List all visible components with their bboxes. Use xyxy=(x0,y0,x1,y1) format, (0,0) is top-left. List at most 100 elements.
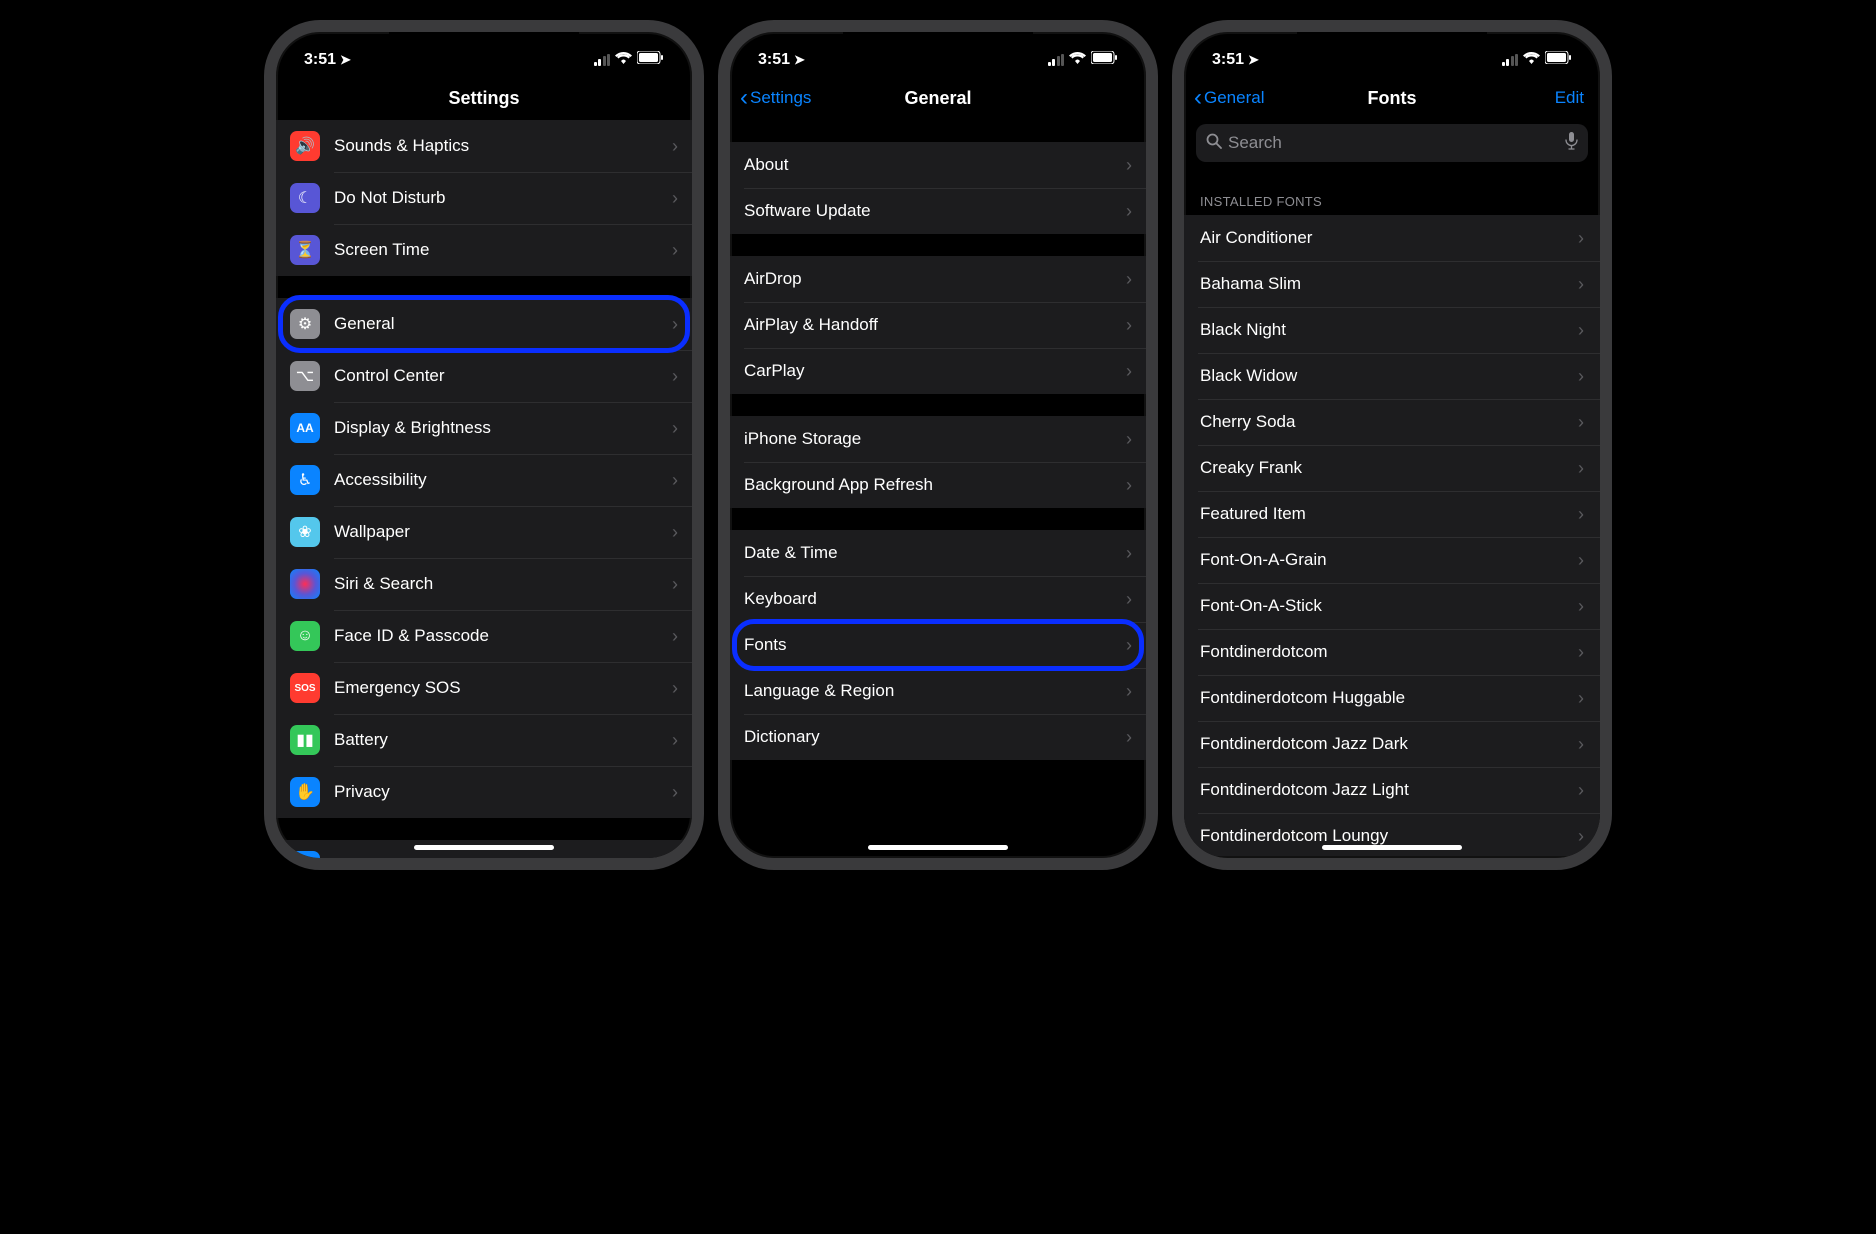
general-row-date-time[interactable]: Date & Time› xyxy=(730,530,1146,576)
battery-icon xyxy=(637,51,664,69)
font-row[interactable]: Fontdinerdotcom Jazz Dark› xyxy=(1184,721,1600,767)
settings-row-sounds-haptics[interactable]: 🔊Sounds & Haptics› xyxy=(276,120,692,172)
general-list[interactable]: About›Software Update›AirDrop›AirPlay & … xyxy=(730,120,1146,858)
battery-icon xyxy=(1545,51,1572,69)
font-name: Air Conditioner xyxy=(1200,228,1312,248)
settings-row-battery[interactable]: ▮▮Battery› xyxy=(276,714,692,766)
location-icon: ➤ xyxy=(1248,52,1259,68)
chevron-right-icon: › xyxy=(1578,274,1584,295)
chevron-right-icon: › xyxy=(1578,366,1584,387)
chevron-right-icon: › xyxy=(1126,269,1132,290)
general-row-iphone-storage[interactable]: iPhone Storage› xyxy=(730,416,1146,462)
general-row-dictionary[interactable]: Dictionary› xyxy=(730,714,1146,760)
general-row-carplay[interactable]: CarPlay› xyxy=(730,348,1146,394)
settings-row-display-brightness[interactable]: AADisplay & Brightness› xyxy=(276,402,692,454)
row-label: Fonts xyxy=(744,635,787,655)
font-name: Featured Item xyxy=(1200,504,1306,524)
row-label: Do Not Disturb xyxy=(334,188,445,208)
font-name: Creaky Frank xyxy=(1200,458,1302,478)
chevron-right-icon: › xyxy=(672,730,678,751)
chevron-right-icon: › xyxy=(672,574,678,595)
nav-bar: Settings xyxy=(276,76,692,120)
font-name: Cherry Soda xyxy=(1200,412,1295,432)
settings-row-do-not-disturb[interactable]: ☾Do Not Disturb› xyxy=(276,172,692,224)
font-row[interactable]: Font-On-A-Grain› xyxy=(1184,537,1600,583)
home-indicator[interactable] xyxy=(868,845,1008,850)
font-row[interactable]: Fontdinerdotcom› xyxy=(1184,629,1600,675)
notch xyxy=(1297,32,1487,60)
search-bar[interactable] xyxy=(1196,124,1588,162)
battery-icon: ▮▮ xyxy=(290,725,320,755)
flower-icon: ❀ xyxy=(290,517,320,547)
settings-row-control-center[interactable]: ⌥Control Center› xyxy=(276,350,692,402)
general-row-fonts[interactable]: Fonts› xyxy=(730,622,1146,668)
aa-icon: AA xyxy=(290,413,320,443)
font-row[interactable]: Cherry Soda› xyxy=(1184,399,1600,445)
general-row-background-app-refresh[interactable]: Background App Refresh› xyxy=(730,462,1146,508)
row-label: AirDrop xyxy=(744,269,802,289)
font-row[interactable]: Fontdinerdotcom Jazz Light› xyxy=(1184,767,1600,813)
signal-icon xyxy=(594,54,611,66)
chevron-right-icon: › xyxy=(672,856,678,859)
section-header: INSTALLED FONTS xyxy=(1184,188,1600,215)
row-label: General xyxy=(334,314,394,334)
search-input[interactable] xyxy=(1228,133,1559,153)
row-label: AirPlay & Handoff xyxy=(744,315,878,335)
chevron-right-icon: › xyxy=(1126,589,1132,610)
row-label: Face ID & Passcode xyxy=(334,626,489,646)
font-name: Font-On-A-Stick xyxy=(1200,596,1322,616)
phone-fonts: 3:51 ➤ ‹ General Fonts Edit INSTALLED FO… xyxy=(1172,20,1612,870)
page-title: Fonts xyxy=(1368,88,1417,109)
page-title: Settings xyxy=(448,88,519,109)
font-row[interactable]: Black Night› xyxy=(1184,307,1600,353)
microphone-icon[interactable] xyxy=(1565,132,1578,155)
row-label: Language & Region xyxy=(744,681,894,701)
home-indicator[interactable] xyxy=(414,845,554,850)
person-icon: ♿︎ xyxy=(290,465,320,495)
general-row-software-update[interactable]: Software Update› xyxy=(730,188,1146,234)
location-icon: ➤ xyxy=(340,52,351,68)
settings-row-emergency-sos[interactable]: SOSEmergency SOS› xyxy=(276,662,692,714)
edit-button[interactable]: Edit xyxy=(1555,88,1584,108)
settings-row-face-id-passcode[interactable]: ☺Face ID & Passcode› xyxy=(276,610,692,662)
font-row[interactable]: Featured Item› xyxy=(1184,491,1600,537)
settings-row-wallpaper[interactable]: ❀Wallpaper› xyxy=(276,506,692,558)
row-label: Emergency SOS xyxy=(334,678,461,698)
font-row[interactable]: Bahama Slim› xyxy=(1184,261,1600,307)
row-label: Dictionary xyxy=(744,727,820,747)
settings-row-accessibility[interactable]: ♿︎Accessibility› xyxy=(276,454,692,506)
back-button[interactable]: ‹ General xyxy=(1194,86,1264,110)
settings-row-privacy[interactable]: ✋Privacy› xyxy=(276,766,692,818)
settings-row-screen-time[interactable]: ⏳Screen Time› xyxy=(276,224,692,276)
fonts-list[interactable]: INSTALLED FONTSAir Conditioner›Bahama Sl… xyxy=(1184,170,1600,856)
chevron-right-icon: › xyxy=(1126,315,1132,336)
signal-icon xyxy=(1502,54,1519,66)
back-button[interactable]: ‹ Settings xyxy=(740,86,811,110)
font-name: Fontdinerdotcom Huggable xyxy=(1200,688,1405,708)
siri-icon xyxy=(290,569,320,599)
settings-row-siri-search[interactable]: Siri & Search › xyxy=(276,558,692,610)
chevron-right-icon: › xyxy=(672,314,678,335)
settings-row-general[interactable]: ⚙︎General› xyxy=(276,298,692,350)
chevron-right-icon: › xyxy=(1126,361,1132,382)
chevron-right-icon: › xyxy=(672,782,678,803)
face-icon: ☺ xyxy=(290,621,320,651)
font-row[interactable]: Font-On-A-Stick› xyxy=(1184,583,1600,629)
chevron-right-icon: › xyxy=(1126,681,1132,702)
signal-icon xyxy=(1048,54,1065,66)
font-row[interactable]: Creaky Frank› xyxy=(1184,445,1600,491)
general-row-airplay-handoff[interactable]: AirPlay & Handoff › xyxy=(730,302,1146,348)
general-row-airdrop[interactable]: AirDrop › xyxy=(730,256,1146,302)
font-row[interactable]: Air Conditioner› xyxy=(1184,215,1600,261)
home-indicator[interactable] xyxy=(1322,845,1462,850)
general-row-about[interactable]: About› xyxy=(730,142,1146,188)
font-row[interactable]: Fontdinerdotcom Huggable› xyxy=(1184,675,1600,721)
settings-list[interactable]: 🔊Sounds & Haptics›☾Do Not Disturb›⏳Scree… xyxy=(276,120,692,858)
font-row[interactable]: Black Widow› xyxy=(1184,353,1600,399)
row-label: Siri & Search xyxy=(334,574,433,594)
hand-icon: ✋ xyxy=(290,777,320,807)
general-row-language-region[interactable]: Language & Region › xyxy=(730,668,1146,714)
chevron-right-icon: › xyxy=(1578,826,1584,847)
font-name: Fontdinerdotcom Jazz Light xyxy=(1200,780,1409,800)
general-row-keyboard[interactable]: Keyboard› xyxy=(730,576,1146,622)
